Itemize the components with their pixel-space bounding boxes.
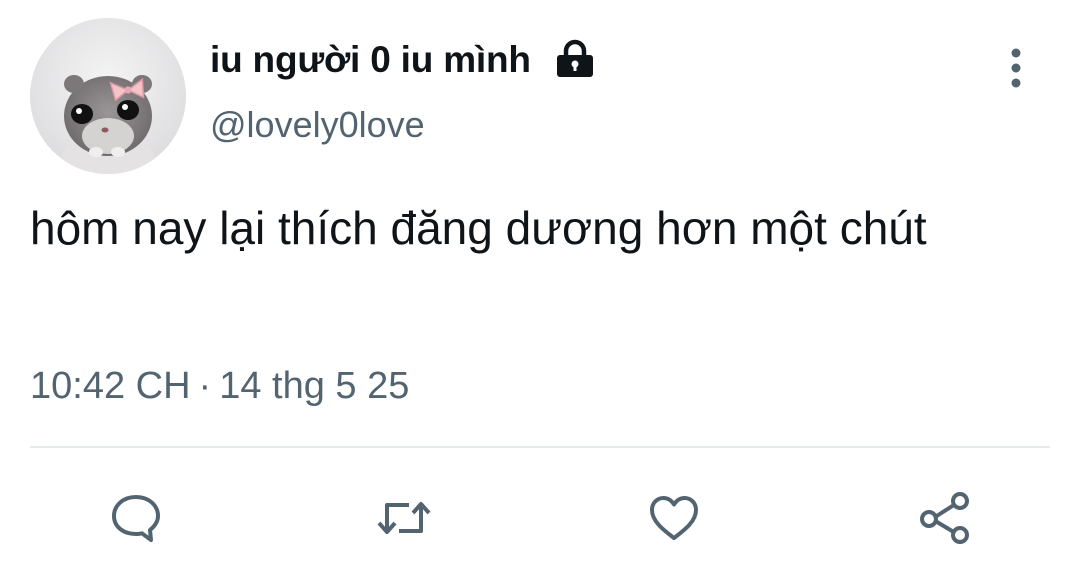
share-icon [920,492,969,544]
display-name[interactable]: iu người 0 iu mình [210,39,531,81]
tweet-text: hôm nay lại thích đăng dương hơn một chú… [30,202,927,254]
lock-icon [553,38,597,82]
comment-icon [112,495,160,542]
more-vertical-icon [1011,48,1021,88]
avatar[interactable] [30,18,186,174]
author-handle[interactable]: @lovely0love [210,104,425,146]
meta-separator: · [198,365,212,407]
like-button[interactable] [642,486,706,550]
reply-button[interactable] [104,486,168,550]
more-options-button[interactable] [996,44,1036,92]
retweet-icon [377,502,431,534]
hamster-avatar-image [30,18,186,174]
share-button[interactable] [912,486,976,550]
tweet-timestamp[interactable]: 10:42 CH · 14 thg 5 25 [30,365,409,408]
heart-icon [650,496,698,540]
tweet-time: 10:42 CH [30,365,191,407]
author-name-row: iu người 0 iu mình [210,34,597,86]
retweet-button[interactable] [372,486,436,550]
tweet-date: 14 thg 5 25 [219,365,410,407]
divider [30,446,1050,448]
